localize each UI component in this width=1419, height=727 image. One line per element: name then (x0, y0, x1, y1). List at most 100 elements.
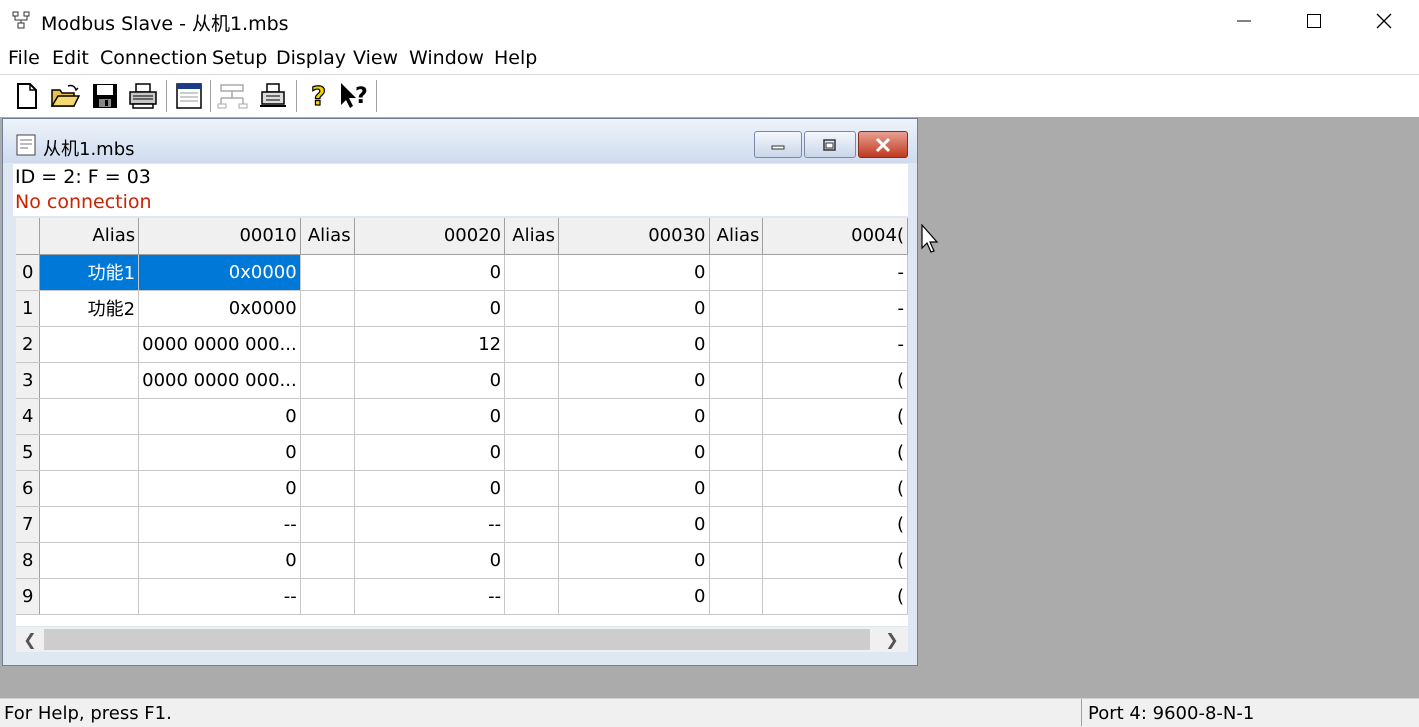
scroll-left-icon[interactable]: ❮ (18, 627, 42, 652)
alias-cell[interactable] (300, 434, 355, 471)
register-value-cell[interactable]: -- (138, 506, 301, 543)
horizontal-scrollbar[interactable]: ❮ ❯ (16, 627, 908, 652)
register-value-cell[interactable]: 0 (558, 506, 710, 543)
alias-cell[interactable] (709, 326, 764, 363)
alias-cell[interactable]: 功能1 (39, 254, 140, 291)
alias-cell[interactable] (504, 290, 559, 327)
register-value-cell[interactable]: 12 (354, 326, 506, 363)
register-value-cell[interactable]: 0 (354, 434, 506, 471)
alias-cell[interactable] (39, 578, 140, 615)
alias-cell[interactable] (504, 398, 559, 435)
row-header[interactable]: 4 (16, 398, 41, 435)
alias-cell[interactable] (504, 434, 559, 471)
register-value-cell[interactable]: 0000 0000 000... (138, 326, 301, 363)
column-header-address[interactable]: 00020 (354, 218, 506, 255)
register-value-cell[interactable]: 0 (558, 362, 710, 399)
column-header-alias[interactable]: Alias (39, 218, 140, 255)
register-value-cell[interactable]: -- (138, 578, 301, 615)
alias-cell[interactable] (300, 470, 355, 507)
register-value-cell[interactable]: ( (762, 506, 908, 543)
register-value-cell[interactable]: - (762, 290, 908, 327)
child-minimize-button[interactable] (754, 131, 802, 158)
row-header[interactable]: 0 (16, 254, 41, 291)
alias-cell[interactable] (709, 470, 764, 507)
alias-cell[interactable] (39, 398, 140, 435)
connection-button[interactable] (216, 79, 250, 113)
menu-display[interactable]: Display (276, 47, 346, 69)
register-value-cell[interactable]: 0x0000 (138, 254, 301, 291)
register-value-cell[interactable]: 0 (138, 398, 301, 435)
register-value-cell[interactable]: 0 (138, 434, 301, 471)
register-value-cell[interactable]: 0 (354, 470, 506, 507)
alias-cell[interactable] (39, 506, 140, 543)
scroll-right-icon[interactable]: ❯ (880, 627, 904, 652)
alias-cell[interactable] (300, 542, 355, 579)
close-button[interactable] (1349, 0, 1419, 42)
register-value-cell[interactable]: 0 (558, 578, 710, 615)
register-value-cell[interactable]: 0x0000 (138, 290, 301, 327)
device-button[interactable] (256, 79, 290, 113)
row-header[interactable]: 5 (16, 434, 41, 471)
alias-cell[interactable] (709, 542, 764, 579)
save-button[interactable] (88, 79, 122, 113)
alias-cell[interactable] (504, 470, 559, 507)
row-header[interactable]: 1 (16, 290, 41, 327)
alias-cell[interactable] (300, 290, 355, 327)
menu-connection[interactable]: Connection (100, 47, 208, 69)
register-value-cell[interactable]: 0 (354, 254, 506, 291)
register-value-cell[interactable]: 0 (558, 326, 710, 363)
alias-cell[interactable] (504, 362, 559, 399)
register-value-cell[interactable]: 0 (558, 542, 710, 579)
alias-cell[interactable] (504, 254, 559, 291)
register-value-cell[interactable]: -- (354, 578, 506, 615)
row-header[interactable]: 7 (16, 506, 41, 543)
menu-file[interactable]: File (8, 47, 40, 69)
register-value-cell[interactable]: 0000 0000 000... (138, 362, 301, 399)
row-header[interactable]: 8 (16, 542, 41, 579)
alias-cell[interactable] (300, 506, 355, 543)
alias-cell[interactable] (300, 254, 355, 291)
column-header-alias[interactable]: Alias (709, 218, 764, 255)
alias-cell[interactable] (709, 578, 764, 615)
column-header-address[interactable]: 00030 (558, 218, 710, 255)
register-value-cell[interactable]: ( (762, 398, 908, 435)
register-value-cell[interactable]: ( (762, 542, 908, 579)
register-value-cell[interactable]: 0 (558, 470, 710, 507)
column-header-address[interactable]: 00010 (138, 218, 301, 255)
register-value-cell[interactable]: 0 (558, 254, 710, 291)
column-header-address[interactable]: 0004( (762, 218, 908, 255)
register-value-cell[interactable]: 0 (558, 290, 710, 327)
context-help-button[interactable]: ? (338, 79, 372, 113)
row-header[interactable]: 6 (16, 470, 41, 507)
register-value-cell[interactable]: 0 (138, 542, 301, 579)
alias-cell[interactable] (300, 362, 355, 399)
menu-help[interactable]: Help (494, 47, 537, 69)
register-value-cell[interactable]: -- (354, 506, 506, 543)
alias-cell[interactable] (709, 506, 764, 543)
row-header[interactable]: 3 (16, 362, 41, 399)
register-value-cell[interactable]: - (762, 326, 908, 363)
alias-cell[interactable] (39, 362, 140, 399)
register-value-cell[interactable]: 0 (354, 398, 506, 435)
minimize-button[interactable] (1209, 0, 1279, 42)
alias-cell[interactable] (39, 326, 140, 363)
register-value-cell[interactable]: 0 (558, 434, 710, 471)
menu-window[interactable]: Window (409, 47, 484, 69)
alias-cell[interactable] (300, 578, 355, 615)
child-title-bar[interactable]: 从机1.mbs (3, 119, 917, 163)
alias-cell[interactable] (39, 542, 140, 579)
window-button[interactable] (172, 79, 206, 113)
menu-edit[interactable]: Edit (52, 47, 89, 69)
maximize-button[interactable] (1279, 0, 1349, 42)
new-button[interactable] (10, 79, 44, 113)
open-button[interactable] (48, 79, 82, 113)
alias-cell[interactable] (504, 578, 559, 615)
child-restore-button[interactable] (804, 131, 856, 158)
register-value-cell[interactable]: ( (762, 362, 908, 399)
row-header[interactable]: 9 (16, 578, 41, 615)
register-value-cell[interactable]: 0 (138, 470, 301, 507)
alias-cell[interactable] (709, 254, 764, 291)
register-value-cell[interactable]: 0 (558, 398, 710, 435)
alias-cell[interactable] (709, 434, 764, 471)
register-value-cell[interactable]: 0 (354, 362, 506, 399)
